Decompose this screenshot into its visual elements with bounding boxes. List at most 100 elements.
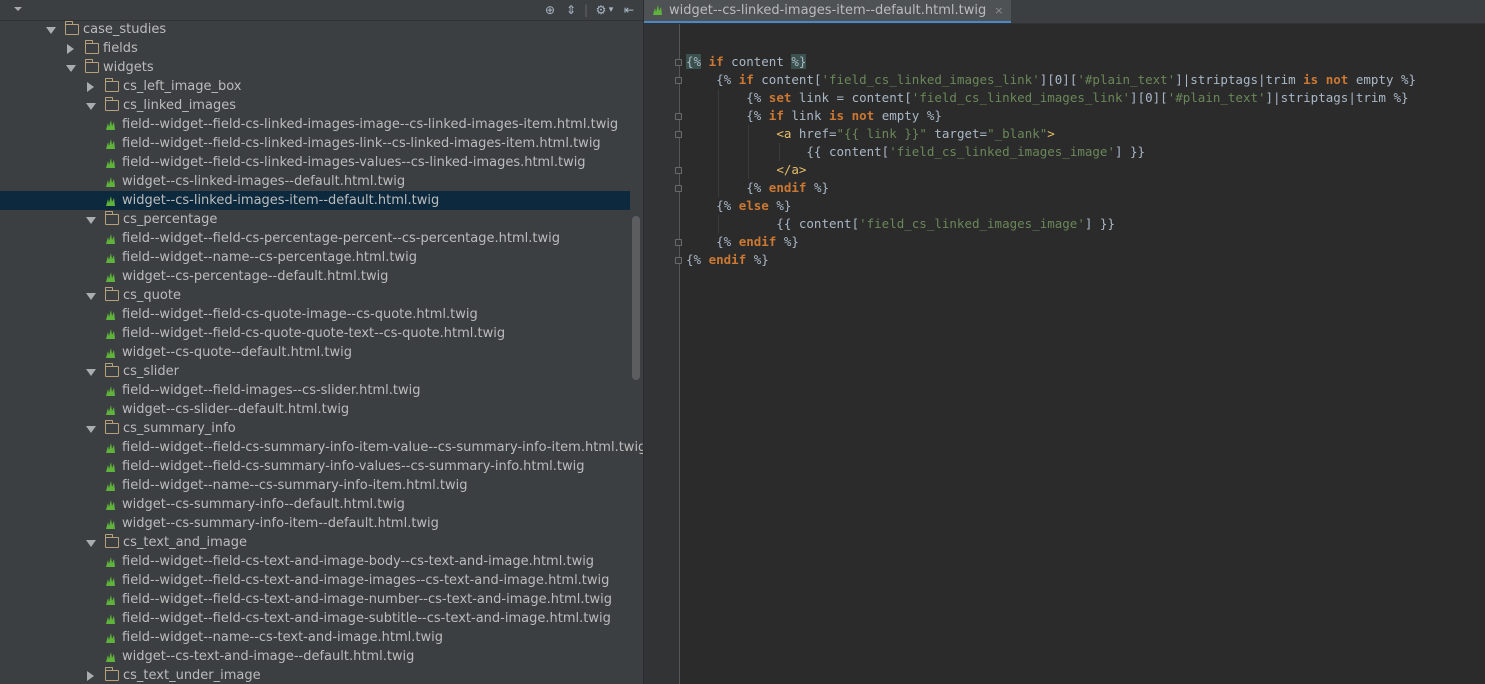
editor-tab[interactable]: widget--cs-linked-images-item--default.h… (644, 0, 1012, 23)
tree-folder-row[interactable]: cs_summary_info (0, 419, 630, 438)
fold-marker-icon[interactable] (675, 239, 682, 246)
folder-icon (105, 211, 119, 225)
tree-file-row[interactable]: field--widget--field-cs-linked-images-va… (0, 153, 630, 172)
collapsed-arrow-icon[interactable] (65, 39, 77, 58)
tree-scrollbar[interactable] (632, 216, 640, 380)
tree-file-row[interactable]: field--widget--field-cs-linked-images-li… (0, 134, 630, 153)
tree-folder-row[interactable]: case_studies (0, 20, 630, 39)
tree-folder-row[interactable]: cs_left_image_box (0, 77, 630, 96)
expanded-arrow-icon[interactable] (65, 58, 77, 77)
tree-file-row[interactable]: field--widget--field-images--cs-slider.h… (0, 381, 630, 400)
tree-folder-row[interactable]: widgets (0, 58, 630, 77)
folder-icon (85, 59, 99, 73)
folder-icon (105, 97, 119, 111)
tree-folder-row[interactable]: cs_text_and_image (0, 533, 630, 552)
tree-folder-row[interactable]: cs_slider (0, 362, 630, 381)
hide-panel-icon[interactable]: ⇤ (622, 1, 636, 19)
tree-file-row[interactable]: field--widget--field-cs-quote-image--cs-… (0, 305, 630, 324)
tree-file-row[interactable]: field--widget--name--cs-percentage.html.… (0, 248, 630, 267)
code-area[interactable]: {% if content %} {% if content['field_cs… (686, 53, 1416, 269)
tree-file-row[interactable]: widget--cs-summary-info--default.html.tw… (0, 495, 630, 514)
toolbar-separator: | (583, 3, 589, 17)
tree-folder-row[interactable]: fields (0, 39, 630, 58)
gear-icon[interactable]: ⚙ (594, 1, 608, 19)
code-token: target= (926, 126, 988, 141)
code-line: {% set link = content['field_cs_linked_i… (686, 89, 1416, 107)
twig-file-icon (106, 234, 115, 244)
code-token: 'field_cs_linked_images_link' (821, 72, 1040, 87)
fold-marker-icon[interactable] (675, 257, 682, 264)
expanded-arrow-icon[interactable] (85, 286, 97, 305)
expanded-arrow-icon[interactable] (85, 362, 97, 381)
tree-file-row[interactable]: widget--cs-summary-info-item--default.ht… (0, 514, 630, 533)
code-line: {% endif %} (686, 179, 1416, 197)
folder-icon (105, 534, 119, 548)
chevron-down-icon[interactable] (14, 7, 22, 11)
code-token: </a> (776, 162, 807, 177)
collapsed-arrow-icon[interactable] (85, 77, 97, 96)
tree-file-row[interactable]: widget--cs-quote--default.html.twig (0, 343, 630, 362)
code-token: empty %} (874, 108, 942, 123)
tree-file-row[interactable]: field--widget--field-cs-text-and-image-i… (0, 571, 630, 590)
expanded-arrow-icon[interactable] (85, 533, 97, 552)
tree-file-row[interactable]: field--widget--field-cs-text-and-image-s… (0, 609, 630, 628)
fold-marker-icon[interactable] (675, 185, 682, 192)
code-line: {% endif %} (686, 251, 1416, 269)
fold-marker-icon[interactable] (675, 167, 682, 174)
tree-file-row[interactable]: widget--cs-linked-images-item--default.h… (0, 191, 630, 210)
tree-folder-row[interactable]: cs_linked_images (0, 96, 630, 115)
expanded-arrow-icon[interactable] (85, 210, 97, 229)
fold-marker-icon[interactable] (675, 59, 682, 66)
tree-file-row[interactable]: field--widget--field-cs-quote-quote-text… (0, 324, 630, 343)
twig-file-icon (106, 272, 115, 282)
fold-marker-icon[interactable] (675, 113, 682, 120)
tree-file-row[interactable]: widget--cs-percentage--default.html.twig (0, 267, 630, 286)
close-icon[interactable]: × (994, 4, 1003, 17)
tree-file-row[interactable]: field--widget--name--cs-text-and-image.h… (0, 628, 630, 647)
tree-file-label: widget--cs-percentage--default.html.twig (122, 269, 389, 284)
tree-file-label: widget--cs-slider--default.html.twig (122, 402, 350, 417)
collapsed-arrow-icon[interactable] (85, 666, 97, 684)
tree-folder-row[interactable]: cs_quote (0, 286, 630, 305)
code-token: ][0][ (1039, 72, 1078, 87)
tree-folder-row[interactable]: cs_percentage (0, 210, 630, 229)
locate-icon[interactable]: ⊕ (543, 1, 557, 19)
tree-file-row[interactable]: field--widget--field-cs-summary-info-val… (0, 457, 630, 476)
code-token: content[ (753, 72, 822, 87)
fold-marker-icon[interactable] (675, 131, 682, 138)
code-token: 'field_cs_linked_images_image' (859, 216, 1085, 231)
editor-tab-bar: widget--cs-linked-images-item--default.h… (644, 0, 1485, 24)
tree-file-row[interactable]: field--widget--name--cs-summary-info-ite… (0, 476, 630, 495)
code-line: {% if content['field_cs_linked_images_li… (686, 71, 1416, 89)
tree-folder-row[interactable]: cs_text_under_image (0, 666, 630, 684)
code-editor[interactable]: widget--cs-linked-images-item--default.h… (644, 0, 1485, 684)
tree-file-row[interactable]: field--widget--field-cs-summary-info-ite… (0, 438, 643, 457)
tree-file-row[interactable]: widget--cs-text-and-image--default.html.… (0, 647, 630, 666)
code-line: </a> (686, 161, 1416, 179)
tree-file-row[interactable]: field--widget--field-cs-linked-images-im… (0, 115, 630, 134)
code-token: '#plain_text' (1167, 90, 1266, 105)
tree-file-label: widget--cs-summary-info--default.html.tw… (122, 497, 405, 512)
twig-file-icon (106, 120, 115, 130)
tree-file-row[interactable]: widget--cs-linked-images--default.html.t… (0, 172, 630, 191)
indent-guide (718, 215, 720, 233)
code-line: {% else %} (686, 197, 1416, 215)
tab-title: widget--cs-linked-images-item--default.h… (669, 3, 987, 18)
code-line: {{ content['field_cs_linked_images_image… (686, 215, 1416, 233)
fold-marker-icon[interactable] (675, 77, 682, 84)
expanded-arrow-icon[interactable] (85, 419, 97, 438)
tree-file-row[interactable]: field--widget--field-cs-text-and-image-n… (0, 590, 630, 609)
expanded-arrow-icon[interactable] (85, 96, 97, 115)
twig-file-icon (106, 633, 115, 643)
settings-arrow-icon[interactable]: ▾ (607, 1, 615, 19)
tree-file-row[interactable]: field--widget--field-cs-text-and-image-b… (0, 552, 630, 571)
tree-file-row[interactable]: field--widget--field-cs-percentage-perce… (0, 229, 630, 248)
code-token: 'field_cs_linked_images_link' (911, 90, 1131, 105)
code-token: endif (768, 180, 807, 195)
tree-file-label: field--widget--name--cs-text-and-image.h… (122, 630, 443, 645)
code-token: if (708, 54, 724, 69)
collapse-icon[interactable]: ⇕ (564, 1, 578, 19)
expanded-arrow-icon[interactable] (45, 20, 57, 39)
tree-file-row[interactable]: widget--cs-slider--default.html.twig (0, 400, 630, 419)
